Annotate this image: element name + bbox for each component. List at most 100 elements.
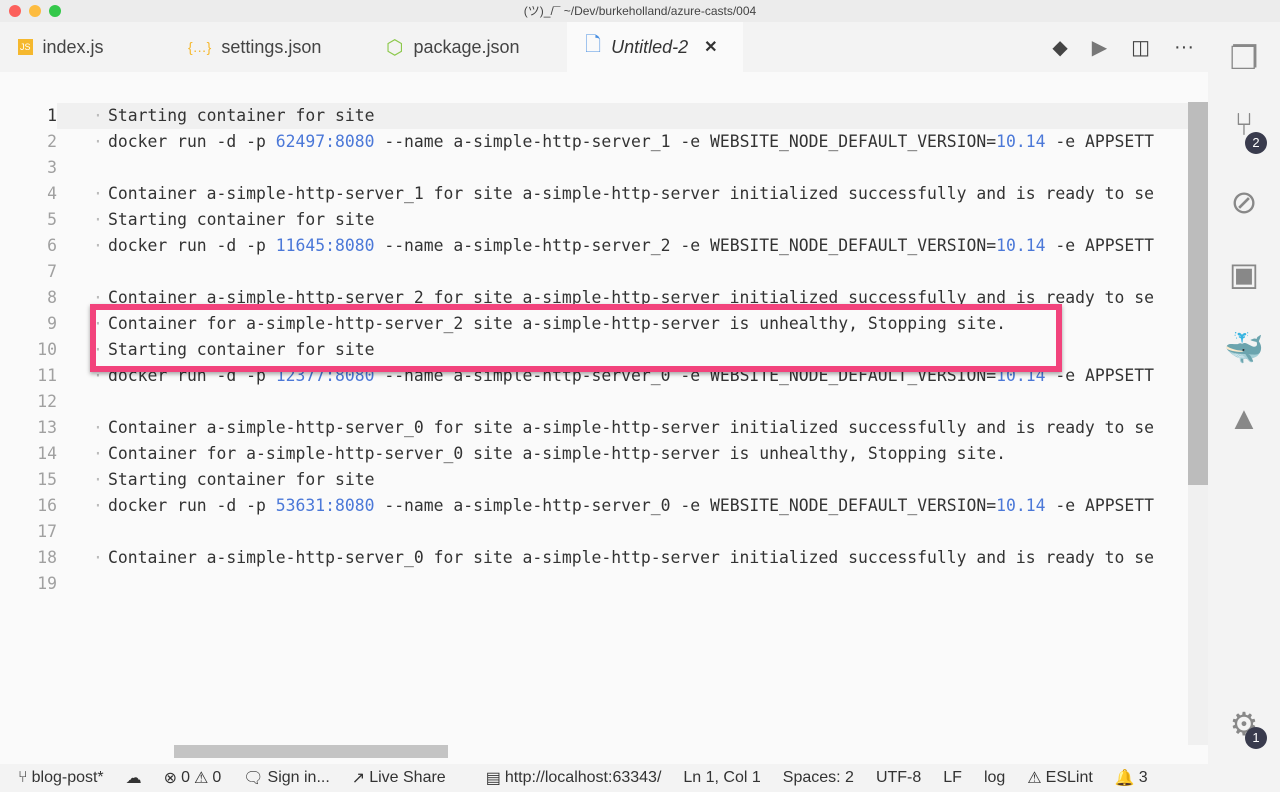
notifications-item[interactable]: 🔔 3 [1115, 768, 1148, 788]
horizontal-scroll-thumb[interactable] [174, 745, 448, 758]
warning-icon: ⚠ [193, 770, 209, 787]
line-text: Starting container for site [108, 337, 374, 363]
line-number: 13 [37, 418, 57, 437]
sign-in-item[interactable]: 🗨 Sign in... [243, 768, 330, 788]
language-mode[interactable]: log [984, 769, 1005, 787]
code-line[interactable]: 6 · docker run -d -p 11645:8080 --name a-s… [0, 233, 1188, 259]
editor[interactable]: 1 · Starting container for site 2 · docker ru… [0, 102, 1188, 745]
line-number: 15 [37, 470, 57, 489]
branch-item[interactable]: ⑂ blog-post* [18, 769, 104, 787]
text-token: -e APPSETT [1045, 496, 1155, 515]
code-line[interactable]: 9 · Container for a-simple-http-server_2 s… [0, 311, 1188, 337]
code-line[interactable]: 14 · Container for a-simple-http-server_0 … [0, 441, 1188, 467]
explorer-icon[interactable]: ❐ [1224, 38, 1264, 78]
tab-index-js[interactable]: JS index.js [0, 22, 170, 72]
server-label: http://localhost:63343/ [504, 769, 662, 786]
cursor-position[interactable]: Ln 1, Col 1 [683, 769, 760, 787]
vertical-scrollbar[interactable] [1188, 102, 1208, 745]
docker-icon[interactable]: 🐳 [1224, 328, 1264, 368]
whitespace-marker: · [93, 314, 103, 333]
breadcrumb-bar [0, 72, 1208, 102]
code-line[interactable]: 4 · Container a-simple-http-server_1 for s… [0, 181, 1188, 207]
line-number: 12 [37, 392, 57, 411]
source-control-badge: 2 [1245, 132, 1267, 154]
line-text: Starting container for site [108, 103, 374, 129]
tab-bar: JS index.js {…} settings.json ⬡ package.… [0, 22, 1208, 72]
maximize-window-button[interactable] [49, 5, 61, 17]
code-line[interactable]: 2 · docker run -d -p 62497:8080 --name a-s… [0, 129, 1188, 155]
text-token: Container for a-simple-http-server_2 sit… [108, 314, 1006, 333]
tab-label: Untitled-2 [611, 36, 689, 57]
server-icon: ▤ [485, 770, 501, 787]
js-file-icon: JS [18, 39, 33, 55]
whitespace-marker: · [93, 106, 103, 125]
text-token: Container a-simple-http-server_0 for sit… [108, 548, 1155, 567]
line-text: docker run -d -p 11645:8080 --name a-sim… [108, 233, 1154, 259]
settings-badge: 1 [1245, 727, 1267, 749]
tab-package-json[interactable]: ⬡ package.json [368, 22, 567, 72]
code-line[interactable]: 18 · Container a-simple-http-server_0 for … [0, 545, 1188, 571]
indentation[interactable]: Spaces: 2 [783, 769, 854, 787]
code-line[interactable]: 19 [0, 571, 1188, 597]
debug-disabled-icon[interactable]: ⊘ [1224, 182, 1264, 222]
whitespace-marker: · [93, 548, 103, 567]
tab-untitled-2[interactable]: 🗋 Untitled-2 ✕ [567, 22, 743, 72]
line-number: 17 [37, 522, 57, 541]
line-number: 4 [47, 184, 57, 203]
text-token: Starting container for site [108, 470, 375, 489]
notification-count: 3 [1138, 769, 1148, 786]
eslint-item[interactable]: ⚠ ESLint [1027, 768, 1092, 788]
code-line[interactable]: 3 [0, 155, 1188, 181]
minimize-window-button[interactable] [29, 5, 41, 17]
code-line[interactable]: 5 · Starting container for site [0, 207, 1188, 233]
title-bar: (ツ)_/¯ ~/Dev/burkeholland/azure-casts/00… [0, 0, 1280, 22]
bell-icon: 🔔 [1114, 770, 1135, 787]
vertical-scroll-thumb[interactable] [1188, 102, 1208, 485]
text-token: --name a-simple-http-server_2 -e WEBSITE… [374, 236, 997, 255]
warning-count: 0 [212, 769, 222, 786]
git-icon[interactable]: ◆ [1052, 35, 1067, 60]
more-actions-icon[interactable]: ··· [1174, 36, 1194, 59]
live-share-item[interactable]: ↗ Live Share [352, 768, 446, 788]
close-tab-icon[interactable]: ✕ [704, 37, 717, 57]
code-line[interactable]: 17 [0, 519, 1188, 545]
azure-icon[interactable]: ▲ [1224, 398, 1264, 438]
whitespace-marker: · [93, 288, 103, 307]
code-line[interactable]: 15 · Starting container for site [0, 467, 1188, 493]
run-icon[interactable]: ▶ [1092, 35, 1107, 60]
number-token: 10.14 [996, 496, 1046, 515]
code-line[interactable]: 1 · Starting container for site [0, 103, 1188, 129]
extensions-icon[interactable]: ▣ [1224, 254, 1264, 294]
whitespace-marker: · [93, 340, 103, 359]
code-line[interactable]: 12 [0, 389, 1188, 415]
encoding[interactable]: UTF-8 [876, 769, 921, 787]
tab-label: index.js [42, 36, 104, 57]
end-of-line[interactable]: LF [943, 769, 962, 787]
error-icon: ⊗ [163, 770, 178, 787]
tab-settings-json[interactable]: {…} settings.json [170, 22, 368, 72]
code-line[interactable]: 7 [0, 259, 1188, 285]
number-token: 10.14 [996, 132, 1046, 151]
code-line[interactable]: 13 · Container a-simple-http-server_0 for … [0, 415, 1188, 441]
text-token: docker run -d -p [108, 496, 276, 515]
code-line[interactable]: 16 · docker run -d -p 53631:8080 --name a-… [0, 493, 1188, 519]
file-icon: 🗋 [585, 34, 602, 56]
problems-item[interactable]: ⊗ 0 ⚠ 0 [164, 768, 222, 788]
server-item[interactable]: ▤ http://localhost:63343/ [486, 768, 662, 788]
sync-icon[interactable]: ☁ [126, 768, 142, 788]
whitespace-marker: · [93, 444, 103, 463]
line-text: Container for a-simple-http-server_2 sit… [108, 311, 1006, 337]
tab-label: package.json [413, 36, 520, 57]
close-window-button[interactable] [9, 5, 21, 17]
code-line[interactable]: 11 · docker run -d -p 12377:8080 --name a-… [0, 363, 1188, 389]
number-token: 12377:8080 [275, 366, 375, 385]
whitespace-marker: · [93, 132, 103, 151]
text-token: Container a-simple-http-server_0 for sit… [108, 418, 1155, 437]
number-token: 62497:8080 [275, 132, 375, 151]
line-number: 19 [37, 574, 57, 593]
code-line[interactable]: 10 · Starting container for site [0, 337, 1188, 363]
code-line[interactable]: 8 · Container a-simple-http-server_2 for s… [0, 285, 1188, 311]
eslint-label: ESLint [1045, 769, 1093, 786]
status-bar: ⑂ blog-post* ☁ ⊗ 0 ⚠ 0 🗨 Sign in... ↗ Live Sha… [0, 764, 1280, 792]
split-editor-icon[interactable]: ◫ [1131, 35, 1150, 60]
